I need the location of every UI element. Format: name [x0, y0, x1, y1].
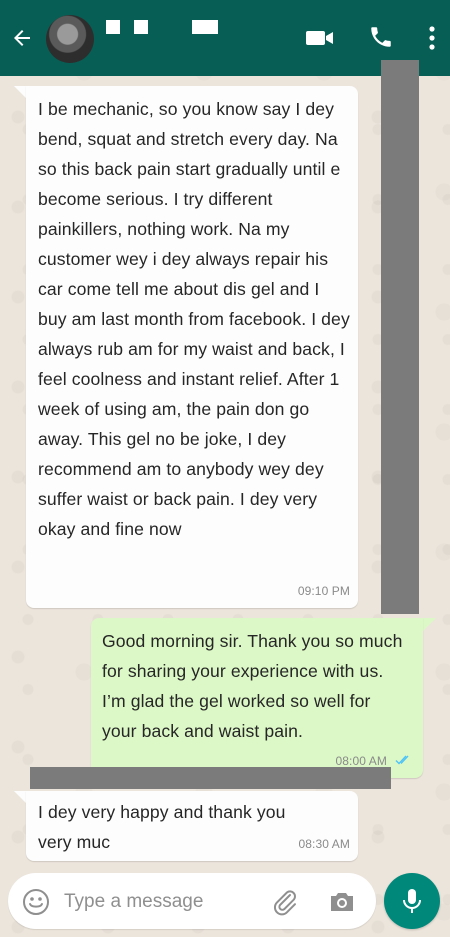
message-bubble-incoming[interactable]: I be mechanic, so you know say I dey ben…: [26, 86, 358, 608]
phone-icon[interactable]: [368, 24, 394, 50]
message-text: I be mechanic, so you know say I dey ben…: [38, 99, 350, 539]
message-input[interactable]: [62, 887, 266, 917]
message-bubble-outgoing[interactable]: Good morning sir. Thank you so much for …: [91, 618, 423, 778]
message-bubble-incoming[interactable]: I dey very happy and thank you very muc …: [26, 791, 358, 861]
message-time: 08:00 AM: [335, 754, 387, 768]
message-text: Good morning sir. Thank you so much for …: [102, 631, 403, 741]
microphone-icon: [403, 889, 421, 913]
arrow-left-icon[interactable]: [10, 26, 34, 50]
camera-icon[interactable]: [328, 889, 356, 915]
message-time: 08:30 AM: [298, 837, 350, 851]
message-text: I dey very happy and thank you very muc: [38, 802, 286, 852]
video-camera-icon[interactable]: [305, 26, 335, 50]
bubble-tail: [422, 618, 436, 632]
double-check-icon: [395, 755, 409, 765]
redaction-bar: [30, 767, 391, 789]
message-time: 09:10 PM: [297, 584, 350, 598]
message-composer: [8, 873, 376, 929]
paperclip-icon[interactable]: [270, 887, 300, 917]
microphone-button[interactable]: [384, 873, 440, 929]
contact-name-redacted[interactable]: [106, 20, 218, 34]
redaction-bar: [381, 60, 419, 614]
avatar[interactable]: [46, 15, 94, 63]
emoji-icon[interactable]: [22, 888, 50, 916]
more-vertical-icon[interactable]: [424, 24, 440, 52]
